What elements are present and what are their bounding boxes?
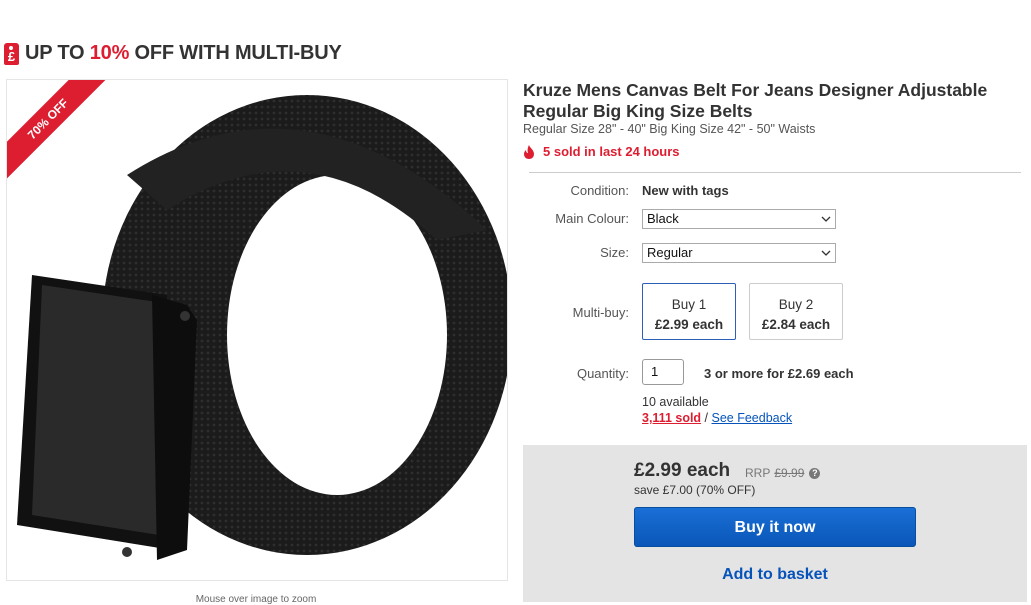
multibuy-option-price: £2.99 each (654, 317, 724, 332)
hot-text: 5 sold in last 24 hours (543, 144, 680, 159)
condition-value: New with tags (642, 183, 729, 198)
see-feedback-link[interactable]: See Feedback (712, 411, 793, 425)
product-image[interactable]: 70% OFF (6, 79, 508, 581)
listing-title: Kruze Mens Canvas Belt For Jeans Designe… (523, 80, 988, 121)
divider (529, 172, 1021, 173)
add-to-basket-button[interactable]: Add to basket (634, 566, 916, 584)
multibuy-option-qty: Buy 2 (778, 297, 814, 312)
promo-text: UP TO 10% OFF WITH MULTI-BUY (25, 42, 342, 64)
zoom-hint: Mouse over image to zoom (195, 594, 317, 605)
belt-image (17, 95, 507, 560)
size-selected-value: Regular (647, 245, 693, 260)
size-select[interactable]: Regular (642, 243, 836, 263)
multibuy-option-qty: Buy 1 (671, 297, 707, 312)
colour-label: Main Colour: (555, 211, 629, 226)
buy-it-now-button[interactable]: Buy it now (634, 507, 916, 547)
quantity-input[interactable]: 1 (642, 359, 684, 385)
available-count: 10 available (642, 395, 709, 409)
rrp: RRP £9.99 ? (745, 466, 821, 480)
rrp-value: £9.99 (774, 466, 805, 480)
savings-text: save £7.00 (70% OFF) (634, 483, 756, 497)
listing-subtitle: Regular Size 28" - 40" Big King Size 42"… (523, 122, 816, 136)
condition-label: Condition: (570, 183, 629, 198)
chevron-down-icon (821, 250, 831, 256)
size-label: Size: (600, 245, 629, 260)
colour-select[interactable]: Black (642, 209, 836, 229)
multibuy-label: Multi-buy: (572, 305, 629, 320)
quantity-offer: 3 or more for £2.69 each (704, 366, 854, 381)
multibuy-promo-banner: £ UP TO 10% OFF WITH MULTI-BUY (4, 42, 342, 65)
sold-count-link[interactable]: 3,111 sold (642, 411, 701, 425)
chevron-down-icon (821, 216, 831, 222)
price: £2.99 each (634, 460, 731, 481)
multibuy-option-2[interactable]: Buy 2 £2.84 each (749, 283, 843, 340)
quantity-label: Quantity: (576, 366, 629, 381)
help-icon[interactable]: ? (809, 467, 821, 479)
fire-icon (524, 144, 534, 159)
hot-indicator: 5 sold in last 24 hours (523, 144, 680, 159)
price-tag-icon: £ (4, 42, 19, 65)
colour-selected-value: Black (647, 211, 679, 226)
sold-feedback-line: 3,111 sold / See Feedback (642, 411, 792, 425)
multibuy-option-1[interactable]: Buy 1 £2.99 each (642, 283, 736, 340)
separator: / (701, 411, 712, 425)
rrp-label: RRP (745, 466, 771, 480)
multibuy-option-price: £2.84 each (761, 317, 831, 332)
